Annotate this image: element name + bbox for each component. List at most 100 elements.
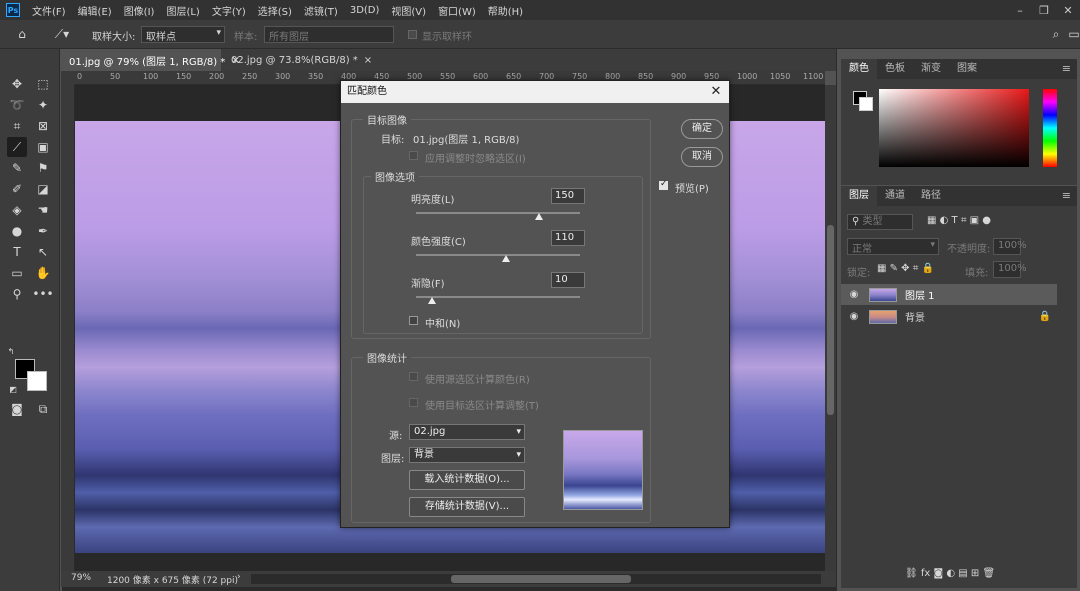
workspace-icon[interactable]: ▭: [1064, 24, 1080, 44]
layer-row-layer1[interactable]: ◉ 图层 1: [841, 284, 1057, 305]
cancel-button[interactable]: 取消: [681, 147, 723, 167]
preview-checkbox[interactable]: [659, 179, 668, 190]
fade-slider-track[interactable]: [416, 296, 580, 298]
fade-field[interactable]: 10: [551, 272, 585, 288]
quick-mask-icon[interactable]: ◙: [7, 399, 27, 419]
color-intensity-field[interactable]: 110: [551, 230, 585, 246]
fill-field[interactable]: 100%: [993, 261, 1027, 278]
tab-swatches[interactable]: 色板: [877, 59, 913, 79]
history-brush-icon[interactable]: ✐: [7, 179, 27, 199]
source-select[interactable]: 02.jpg ▾: [409, 424, 525, 440]
default-colors-icon[interactable]: ◩: [7, 383, 19, 395]
luminance-field[interactable]: 150: [551, 188, 585, 204]
dialog-close-icon[interactable]: ✕: [709, 81, 723, 103]
layer-action-icons[interactable]: ⛓ fx ◙ ◐ ▤ ⊞ 🗑: [905, 568, 995, 579]
tab-layers[interactable]: 图层: [841, 186, 877, 206]
screen-mode-icon[interactable]: ⧉: [33, 399, 53, 419]
menu-3d[interactable]: 3D(D): [344, 5, 386, 16]
menu-window[interactable]: 窗口(W): [432, 3, 482, 18]
tab-01-jpg[interactable]: 01.jpg @ 79% (图层 1, RGB/8) * ×: [61, 49, 240, 71]
color-intensity-slider-thumb[interactable]: [502, 255, 511, 262]
filter-icons[interactable]: ▦ ◐ T ⌗ ▣ ●: [927, 215, 991, 226]
path-select-icon[interactable]: ↖: [33, 242, 53, 262]
tab-gradients[interactable]: 渐变: [913, 59, 949, 79]
pen-tool-icon[interactable]: ✒: [33, 221, 53, 241]
panel-menu-icon[interactable]: ≡: [1062, 62, 1071, 75]
menu-view[interactable]: 视图(V): [385, 3, 432, 18]
minimize-icon[interactable]: –: [1008, 0, 1032, 20]
ignore-selection-checkbox[interactable]: [409, 151, 418, 160]
brush-tool-icon[interactable]: ✎: [7, 158, 27, 178]
tab-paths[interactable]: 路径: [913, 186, 949, 206]
tab-color[interactable]: 颜色: [841, 59, 877, 79]
lasso-tool-icon[interactable]: ➰: [7, 95, 27, 115]
background-color-swatch[interactable]: [27, 371, 47, 391]
eyedropper-preset-icon[interactable]: ⟋▾: [48, 24, 76, 44]
menu-file[interactable]: 文件(F): [26, 3, 72, 18]
scroll-thumb[interactable]: [451, 575, 631, 583]
layer-filter-search[interactable]: ⚲ 类型: [847, 214, 913, 230]
luminance-slider-track[interactable]: [416, 212, 580, 214]
color-intensity-slider-track[interactable]: [416, 254, 580, 256]
save-statistics-button[interactable]: 存储统计数据(V)...: [409, 497, 525, 517]
ok-button[interactable]: 确定: [681, 119, 723, 139]
swap-colors-icon[interactable]: ↰: [5, 345, 17, 357]
sample-size-select[interactable]: 取样点 ▾: [141, 26, 225, 43]
paint-bucket-icon[interactable]: ◈: [7, 200, 27, 220]
home-icon[interactable]: ⌂: [12, 24, 32, 44]
luminance-slider-thumb[interactable]: [535, 213, 543, 220]
crop-tool-icon[interactable]: ⌗: [7, 116, 27, 136]
blend-mode-select[interactable]: 正常 ▾: [847, 238, 939, 255]
menu-help[interactable]: 帮助(H): [482, 3, 529, 18]
use-target-selection-checkbox[interactable]: [409, 398, 418, 407]
zoom-tool-icon[interactable]: ⚲: [7, 284, 27, 304]
smudge-tool-icon[interactable]: ☚: [33, 200, 53, 220]
neutralize-checkbox[interactable]: [409, 316, 418, 325]
eraser-tool-icon[interactable]: ◪: [33, 179, 53, 199]
hue-slider[interactable]: [1043, 89, 1057, 167]
use-source-selection-checkbox[interactable]: [409, 372, 418, 381]
menu-edit[interactable]: 编辑(E): [72, 3, 118, 18]
menu-layer[interactable]: 图层(L): [160, 3, 205, 18]
color-field[interactable]: [879, 89, 1029, 167]
shape-tool-icon[interactable]: ▭: [7, 263, 27, 283]
opacity-field[interactable]: 100%: [993, 238, 1027, 255]
lock-icons[interactable]: ▦ ✎ ✥ ⌗ 🔒: [877, 263, 934, 274]
magic-wand-tool-icon[interactable]: ✦: [33, 95, 53, 115]
panel-menu-icon[interactable]: ≡: [1062, 189, 1071, 202]
eyedropper-tool-icon[interactable]: ⟋: [7, 137, 27, 157]
scroll-thumb[interactable]: [827, 225, 834, 415]
move-tool-icon[interactable]: ✥: [7, 74, 27, 94]
sample-select[interactable]: 所有图层: [264, 26, 394, 43]
tab-channels[interactable]: 通道: [877, 186, 913, 206]
hand-tool-icon[interactable]: ✋: [33, 263, 53, 283]
visibility-eye-icon[interactable]: ◉: [847, 311, 861, 322]
fade-slider-thumb[interactable]: [428, 297, 437, 304]
more-tools-icon[interactable]: •••: [32, 284, 53, 304]
menu-type[interactable]: 文字(Y): [206, 3, 252, 18]
close-window-icon[interactable]: ✕: [1056, 0, 1080, 20]
canvas-horizontal-scrollbar[interactable]: [251, 574, 821, 584]
tab-close-icon[interactable]: ×: [364, 55, 372, 66]
zoom-level[interactable]: 79%: [71, 573, 91, 583]
frame-tool-icon[interactable]: ⊠: [33, 116, 53, 136]
menu-select[interactable]: 选择(S): [252, 3, 298, 18]
dodge-tool-icon[interactable]: ●: [7, 221, 27, 241]
tab-02-jpg[interactable]: 02.jpg @ 73.8%(RGB/8) * ×: [223, 49, 383, 71]
patch-tool-icon[interactable]: ▣: [33, 137, 53, 157]
layer-select[interactable]: 背景 ▾: [409, 447, 525, 463]
status-menu-chevron-icon[interactable]: ›: [237, 572, 241, 582]
canvas-vertical-scrollbar[interactable]: [825, 85, 836, 571]
panel-background-swatch[interactable]: [859, 97, 873, 111]
show-ring-checkbox[interactable]: [408, 30, 417, 39]
stamp-tool-icon[interactable]: ⚑: [33, 158, 53, 178]
layer-row-background[interactable]: ◉ 背景 🔒: [841, 306, 1057, 327]
menu-filter[interactable]: 滤镜(T): [298, 3, 344, 18]
marquee-tool-icon[interactable]: ⬚: [33, 74, 53, 94]
load-statistics-button[interactable]: 载入统计数据(O)...: [409, 470, 525, 490]
maximize-icon[interactable]: ❐: [1032, 0, 1056, 20]
visibility-eye-icon[interactable]: ◉: [847, 289, 861, 300]
tab-patterns[interactable]: 图案: [949, 59, 985, 79]
menu-image[interactable]: 图像(I): [118, 3, 161, 18]
type-tool-icon[interactable]: T: [7, 242, 27, 262]
